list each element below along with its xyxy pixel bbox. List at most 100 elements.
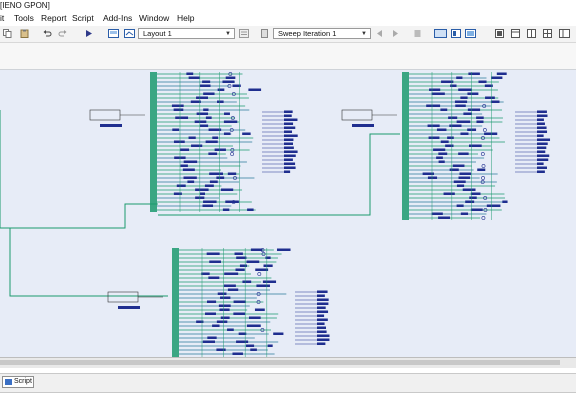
- component: [203, 108, 209, 111]
- component: [476, 116, 484, 119]
- component: [242, 280, 252, 283]
- component: [469, 196, 477, 199]
- horizontal-scrollbar[interactable]: [0, 357, 576, 368]
- menu-add-ins[interactable]: Add-Ins: [103, 11, 132, 26]
- component: [199, 124, 209, 127]
- output-port: [284, 158, 293, 161]
- run-icon[interactable]: [84, 29, 93, 38]
- chevron-down-icon: ▼: [225, 31, 231, 37]
- component: [250, 348, 257, 351]
- component: [443, 192, 455, 195]
- view-mode-2-icon[interactable]: [451, 29, 461, 38]
- component: [449, 168, 459, 171]
- output-port: [317, 330, 327, 333]
- component: [426, 104, 441, 107]
- output-port: [284, 118, 298, 121]
- output-port: [317, 322, 325, 325]
- component: [227, 172, 237, 175]
- title-bar: [IENO GPON]: [0, 0, 576, 11]
- output-port: [317, 326, 326, 329]
- component: [254, 308, 265, 311]
- output-port: [284, 154, 296, 157]
- output-port: [284, 126, 296, 129]
- panel-3-icon[interactable]: [527, 29, 536, 38]
- component: [273, 332, 284, 335]
- component: [225, 76, 236, 79]
- component: [199, 192, 206, 195]
- tab-script[interactable]: Script: [2, 376, 34, 388]
- schematic-canvas[interactable]: [0, 70, 576, 358]
- output-fanout: [262, 110, 298, 173]
- component: [247, 208, 254, 211]
- menu-tools[interactable]: Tools: [14, 11, 34, 26]
- component: [491, 76, 503, 79]
- output-port: [284, 150, 298, 153]
- main-toolbar: Layout 1 ▼ Sweep Iteration 1 ▼: [0, 26, 576, 43]
- component: [223, 120, 238, 123]
- output-port: [537, 110, 547, 113]
- layout-select[interactable]: Layout 1 ▼: [138, 28, 235, 39]
- stop-icon[interactable]: [413, 29, 422, 38]
- component: [233, 300, 246, 303]
- undo-icon[interactable]: [43, 29, 52, 38]
- component: [196, 112, 209, 115]
- panel-1-icon[interactable]: [495, 29, 504, 38]
- output-port: [537, 166, 547, 169]
- bottom-tab-bar: Script: [0, 373, 576, 393]
- component: [438, 216, 451, 219]
- component: [427, 176, 438, 179]
- component: [216, 348, 226, 351]
- menu-script[interactable]: Script: [72, 11, 94, 26]
- panel-5-icon[interactable]: [559, 29, 570, 38]
- view-mode-1-icon[interactable]: [434, 29, 447, 38]
- component: [199, 84, 211, 87]
- next-iteration-icon[interactable]: [391, 29, 400, 38]
- view-mode-3-icon[interactable]: [465, 29, 476, 38]
- menu-edit[interactable]: it: [0, 11, 4, 26]
- previous-iteration-icon[interactable]: [375, 29, 384, 38]
- component: [246, 260, 260, 263]
- scrollbar-thumb[interactable]: [0, 360, 560, 365]
- component: [205, 140, 218, 143]
- component: [227, 288, 239, 291]
- layout-view-icon[interactable]: [108, 29, 119, 38]
- component: [246, 344, 255, 347]
- component: [236, 256, 247, 259]
- component: [438, 152, 448, 155]
- copy-icon[interactable]: [3, 29, 12, 38]
- redo-icon[interactable]: [58, 29, 67, 38]
- component: [265, 256, 271, 259]
- component: [468, 72, 480, 75]
- output-port: [284, 110, 293, 113]
- component: [206, 252, 220, 255]
- sweep-iteration-select[interactable]: Sweep Iteration 1 ▼: [273, 28, 371, 39]
- output-port: [537, 130, 548, 133]
- output-port: [537, 142, 548, 145]
- block-bus: [172, 248, 179, 358]
- paste-icon[interactable]: [20, 29, 29, 38]
- component: [186, 72, 194, 75]
- layout-properties-icon[interactable]: [239, 29, 249, 38]
- connector-node: [481, 176, 485, 180]
- menu-window[interactable]: Window: [139, 11, 169, 26]
- schematic-view-icon[interactable]: [124, 29, 135, 38]
- component: [180, 148, 190, 151]
- component: [171, 104, 184, 107]
- component: [219, 308, 230, 311]
- component: [440, 140, 449, 143]
- menu-report[interactable]: Report: [41, 11, 67, 26]
- component: [206, 300, 217, 303]
- menu-help[interactable]: Help: [177, 11, 194, 26]
- calculate-icon[interactable]: [261, 29, 268, 38]
- block-bus: [150, 72, 157, 212]
- output-port: [537, 158, 549, 161]
- component: [428, 136, 440, 139]
- component: [463, 112, 472, 115]
- output-port: [317, 338, 330, 341]
- connector-node: [481, 164, 486, 168]
- output-port: [317, 342, 326, 345]
- panel-2-icon[interactable]: [511, 29, 520, 38]
- component: [172, 128, 180, 131]
- component: [468, 144, 482, 147]
- panel-4-icon[interactable]: [543, 29, 552, 38]
